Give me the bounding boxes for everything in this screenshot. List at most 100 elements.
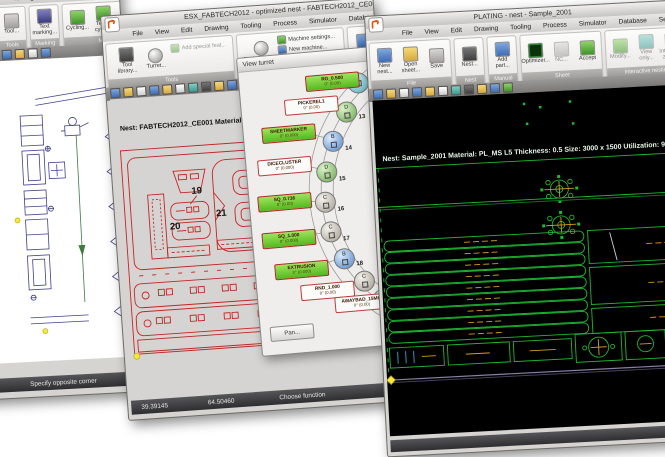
measure-icon[interactable] <box>490 83 501 94</box>
export-icon[interactable] <box>162 84 173 95</box>
new-icon[interactable] <box>110 88 121 99</box>
ribbon-group-marking: Text marking... Marking <box>28 4 60 50</box>
view-only-button[interactable]: View only... <box>633 33 658 62</box>
tool-shape-icon <box>324 172 331 179</box>
tool-library-icon <box>119 46 135 62</box>
save-icon[interactable] <box>28 48 39 59</box>
add-special-feature-button[interactable]: Add special feat... <box>170 40 226 53</box>
nest-canvas[interactable]: Nest: Sample_2001 Material: PL_MS L5 Thi… <box>372 85 665 437</box>
accept-icon <box>579 40 595 56</box>
tool-library-button[interactable]: Tool library... <box>113 46 142 76</box>
status-prompt: Choose function <box>279 391 326 401</box>
nc-button[interactable]: NC... <box>549 41 574 64</box>
tool-angle: 0° (0.000) <box>280 133 299 139</box>
tool-angle: 0° (0.00) <box>277 202 293 208</box>
station-number-16: 16 <box>337 206 344 213</box>
new-nest-label: New nest... <box>373 63 398 76</box>
open-sheet-button[interactable]: Open sheet... <box>398 46 423 75</box>
station-letter: C <box>362 275 366 281</box>
zoom-out-icon[interactable] <box>464 84 475 95</box>
save-icon[interactable] <box>399 88 410 99</box>
nc-icon <box>553 41 569 57</box>
tool-angle: 0° (0.000) <box>280 239 299 245</box>
help-icon[interactable] <box>503 82 514 93</box>
station-letter: C <box>328 225 332 231</box>
import-icon[interactable] <box>412 87 423 98</box>
app-logo-icon <box>368 17 384 33</box>
print-icon[interactable] <box>41 47 52 58</box>
tool-angle: 0° (0.000) <box>293 270 312 276</box>
tool-shape-icon <box>341 259 348 266</box>
station-letter: C <box>323 196 327 202</box>
turret-label: Turret... <box>147 63 167 70</box>
tool-library-label: Tool library... <box>114 62 142 76</box>
status-prompt: Specify opposite corner <box>30 377 97 387</box>
text-marking-button[interactable]: Text marking... <box>31 8 56 37</box>
add-part-label: Add part... <box>490 57 515 70</box>
print-icon[interactable] <box>175 83 186 94</box>
station-number-14: 14 <box>345 145 352 152</box>
station-letter: B <box>342 252 346 258</box>
tool-angle: 0° (0.00) <box>303 105 319 111</box>
tool-shape-icon <box>361 281 368 288</box>
part-number-20: 20 <box>170 221 181 233</box>
new-nest-icon <box>376 47 392 63</box>
accept-button[interactable]: Accept <box>575 39 600 62</box>
open-sheet-icon <box>402 46 418 62</box>
tool-label: Tool... <box>4 29 19 36</box>
add-part-button[interactable]: Add part... <box>490 41 515 70</box>
interactive-zones-label: Interactive zones... <box>659 48 665 61</box>
tool-shape-icon <box>344 112 351 119</box>
station-letter: D <box>324 166 328 172</box>
save-button[interactable]: Save <box>424 47 449 70</box>
print-icon[interactable] <box>438 86 449 97</box>
turret-button[interactable]: Turret... <box>142 47 170 71</box>
optimizer-label: Optimizer... <box>521 58 550 65</box>
ribbon-group-sheet: Optimizer... NC... Accept Sheet <box>519 31 603 83</box>
ribbon-group-nest: Nest... Nest <box>453 37 485 87</box>
measure-icon[interactable] <box>227 80 238 91</box>
modify-button[interactable]: Modify... <box>608 38 633 61</box>
station-number-15: 15 <box>339 176 346 183</box>
interactive-zones-button[interactable]: Interactive zones... <box>659 32 665 61</box>
cycling-button[interactable]: Cycling... <box>65 9 90 32</box>
nc-label: NC... <box>555 57 568 64</box>
pan-icon[interactable] <box>214 81 225 92</box>
new-nest-button[interactable]: New nest... <box>372 47 397 76</box>
modify-label: Modify... <box>610 54 631 61</box>
open-sheet-label: Open sheet... <box>399 62 424 75</box>
environment-icon <box>253 40 269 56</box>
open-icon[interactable] <box>386 88 397 99</box>
zoom-out-icon[interactable] <box>201 81 212 92</box>
part-number-19: 19 <box>191 185 202 197</box>
open-icon[interactable] <box>123 87 134 98</box>
station-letter: D <box>344 106 348 112</box>
station-letter: B <box>331 135 335 141</box>
tab-settings[interactable]: Settings <box>652 12 665 26</box>
add-special-feature-icon <box>170 44 180 54</box>
cycling-icon <box>69 9 85 25</box>
new-icon[interactable] <box>373 89 384 100</box>
nest-button[interactable]: Nest... <box>457 45 482 68</box>
status-x-coordinate: 39.39145 <box>141 402 168 411</box>
optimizer-button[interactable]: Optimizer... <box>523 42 548 65</box>
zoom-in-icon[interactable] <box>451 85 462 96</box>
save-icon[interactable] <box>136 86 147 97</box>
zoom-in-icon[interactable] <box>188 82 199 93</box>
machine-settings-icon <box>277 35 287 45</box>
add-special-feature-label: Add special feat... <box>181 42 226 51</box>
modify-icon <box>612 38 628 54</box>
import-icon[interactable] <box>149 85 160 96</box>
tool-angle: 0° (0.00) <box>320 290 336 296</box>
tool-button[interactable]: Tool... <box>0 12 24 35</box>
tool-angle: 0° (0.00) <box>354 303 370 309</box>
station-number-13: 13 <box>358 114 365 121</box>
save-icon <box>428 47 444 63</box>
app-logo-icon <box>104 17 120 33</box>
export-icon[interactable] <box>425 86 436 97</box>
new-icon[interactable] <box>2 50 13 61</box>
open-icon[interactable] <box>15 49 26 60</box>
view-only-label: View only... <box>634 49 659 62</box>
pan-icon[interactable] <box>477 84 488 95</box>
optimizer-icon <box>527 42 543 58</box>
